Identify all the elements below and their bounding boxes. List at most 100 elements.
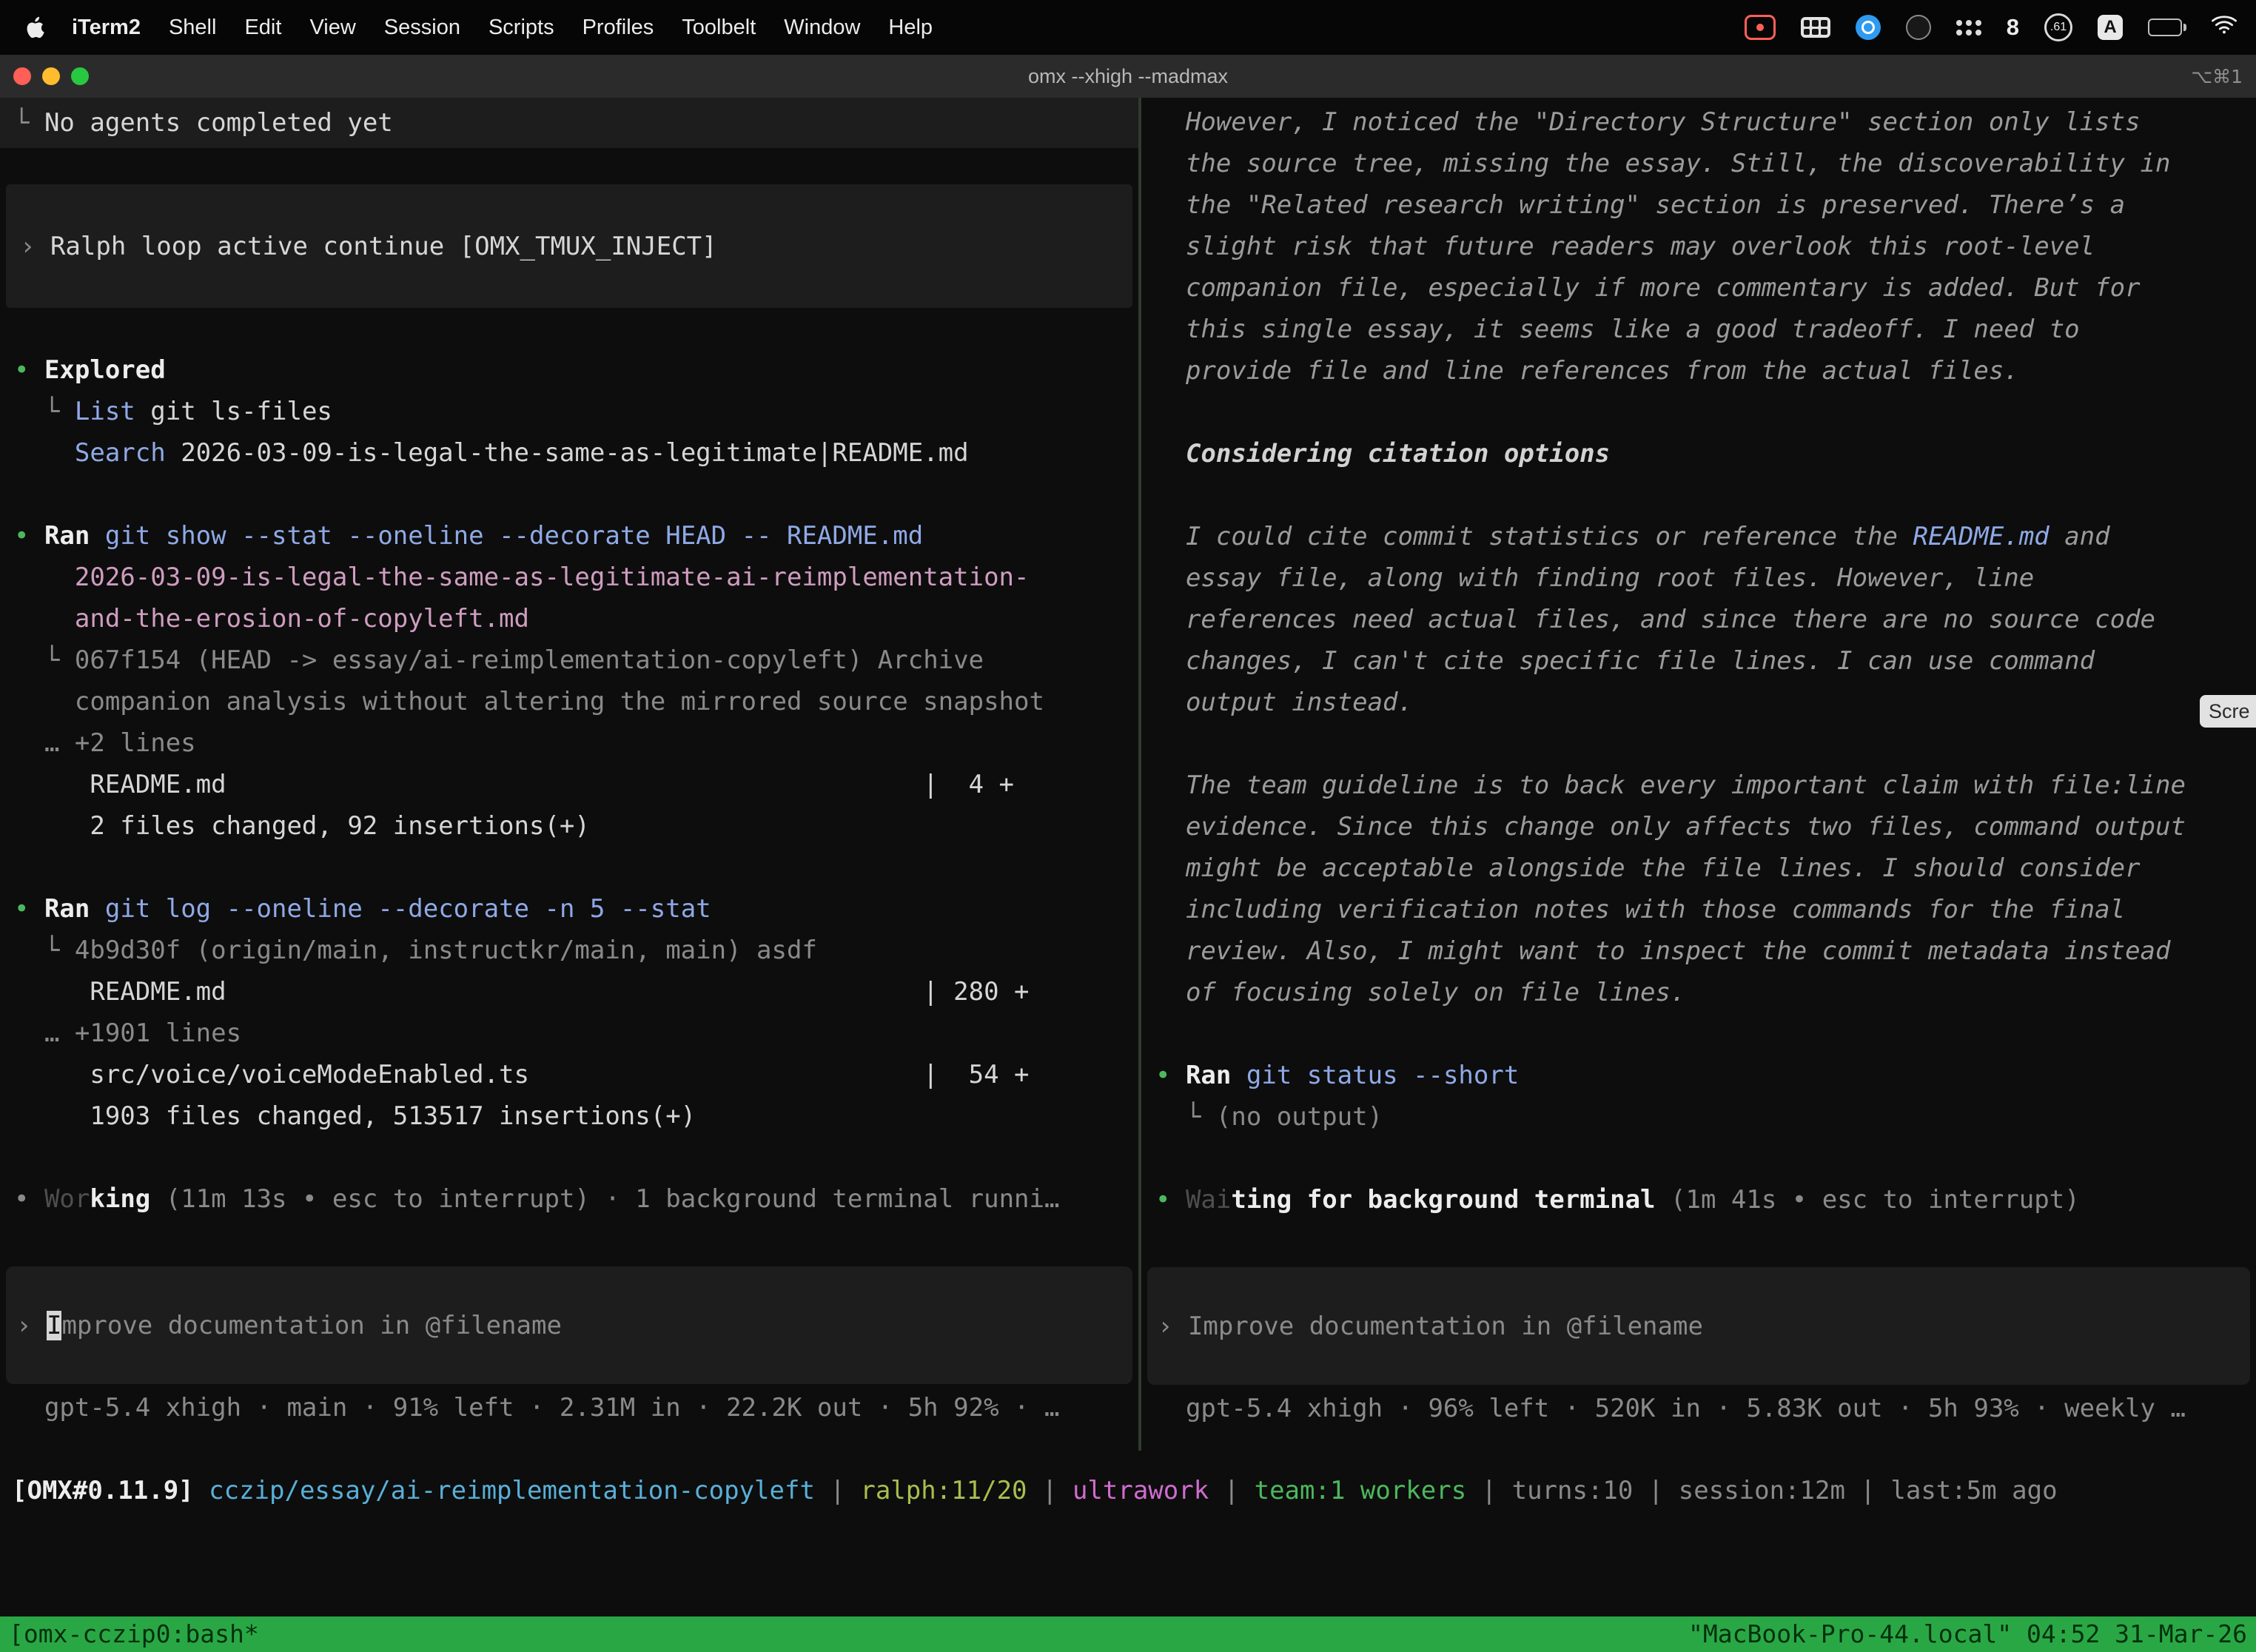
text-segment: [14, 604, 75, 634]
screen-recording-icon[interactable]: [1745, 15, 1776, 40]
text-segment: •: [1155, 1185, 1186, 1215]
text-segment: essay file, along with finding root file…: [1155, 563, 2034, 593]
terminal: └ No agents completed yet › Ralph loop a…: [0, 98, 2256, 1652]
text-segment: However, I noticed the "Directory Struct…: [1155, 107, 2141, 137]
terminal-line: references need actual files, and since …: [1141, 599, 2256, 640]
menu-item-toolbelt[interactable]: Toolbelt: [668, 16, 770, 40]
text-segment: README.md | 280 +: [14, 977, 1029, 1007]
text-segment: companion file, especially if more comme…: [1155, 273, 2141, 303]
terminal-line: [1141, 1013, 2256, 1055]
apple-menu-icon[interactable]: [27, 16, 46, 39]
battery-icon[interactable]: [2148, 19, 2186, 36]
text-segment: ›: [16, 1311, 47, 1340]
minimize-button[interactable]: [42, 67, 60, 85]
menu-item-window[interactable]: Window: [770, 16, 874, 40]
fullscreen-button[interactable]: [71, 67, 89, 85]
text-segment: •: [14, 1184, 44, 1214]
dark-app-icon[interactable]: [1906, 15, 1931, 40]
text-segment: [90, 521, 104, 551]
text-segment: cczip/essay/ai-reimplementation-copyleft: [209, 1476, 815, 1505]
text-segment: references need actual files, and since …: [1155, 605, 2155, 634]
terminal-line: However, I noticed the "Directory Struct…: [1141, 101, 2256, 143]
text-segment: … +1901 lines: [14, 1018, 241, 1048]
wifi-icon[interactable]: [2212, 14, 2237, 41]
menu-items: ShellEditViewSessionScriptsProfilesToolb…: [155, 16, 947, 40]
traffic-lights: [13, 67, 89, 85]
tmux-status-bar: [omx-cczip0:bash* "MacBook-Pro-44.local"…: [0, 1616, 2256, 1652]
prompt-input-right[interactable]: › Improve documentation in @filename: [1147, 1267, 2250, 1385]
right-transcript: However, I noticed the "Directory Struct…: [1141, 101, 2256, 1220]
text-segment: 2026-03-09-is-legal-the-same-as-legitima…: [75, 563, 1030, 592]
terminal-line: might be acceptable alongside the file l…: [1141, 847, 2256, 889]
terminal-line: slight risk that future readers may over…: [1141, 226, 2256, 267]
text-segment: [90, 894, 104, 924]
text-segment: slight risk that future readers may over…: [1155, 232, 2095, 261]
terminal-line: of focusing solely on file lines.: [1141, 972, 2256, 1013]
menu-item-iterm2[interactable]: iTerm2: [58, 16, 155, 40]
menu-item-edit[interactable]: Edit: [230, 16, 295, 40]
window-titlebar[interactable]: omx --xhigh --madmax ⌥⌘1: [0, 55, 2256, 98]
figure-eight-icon[interactable]: 8: [2007, 14, 2019, 41]
text-segment: ultrawork: [1072, 1476, 1209, 1505]
keyboard-icon[interactable]: [1801, 17, 1830, 38]
text-segment: src/voice/voiceModeEnabled.ts | 54 +: [14, 1060, 1029, 1089]
dots-grid-icon[interactable]: [1956, 20, 1981, 36]
text-segment: I could cite commit statistics or refere…: [1155, 522, 1913, 551]
terminal-line: I could cite commit statistics or refere…: [1141, 516, 2256, 557]
text-segment: └: [1155, 1102, 1216, 1132]
terminal-line: • Ran git show --stat --oneline --decora…: [0, 515, 1138, 557]
agents-status-box: └ No agents completed yet: [0, 98, 1138, 148]
text-segment: README.md | 4 +: [14, 770, 1014, 799]
text-segment: No agents completed yet: [44, 108, 393, 138]
menu-item-help[interactable]: Help: [874, 16, 947, 40]
right-pane[interactable]: However, I noticed the "Directory Struct…: [1141, 98, 2256, 1451]
terminal-line: src/voice/voiceModeEnabled.ts | 54 +: [0, 1054, 1138, 1095]
menu-item-scripts[interactable]: Scripts: [474, 16, 568, 40]
text-segment: this single essay, it seems like a good …: [1155, 315, 2080, 344]
tooltip: Scre: [2200, 695, 2256, 728]
text-segment: companion analysis without altering the …: [14, 687, 1044, 716]
tooltip-text: Scre: [2209, 700, 2250, 723]
text-segment: 1903 files changed, 513517 insertions(+): [14, 1101, 696, 1131]
terminal-line: review. Also, I might want to inspect th…: [1141, 930, 2256, 972]
text-segment: git show --stat --oneline --decorate HEA…: [105, 521, 923, 551]
left-pane[interactable]: └ No agents completed yet › Ralph loop a…: [0, 98, 1138, 1451]
input-source-icon[interactable]: A: [2098, 15, 2123, 40]
terminal-line: • Explored: [0, 349, 1138, 391]
text-segment: |: [1209, 1476, 1254, 1505]
text-segment: Ralph loop active continue [OMX_TMUX_INJ…: [50, 232, 717, 261]
menu-bar-left: iTerm2 ShellEditViewSessionScriptsProfil…: [0, 16, 947, 40]
menu-item-profiles[interactable]: Profiles: [568, 16, 668, 40]
close-button[interactable]: [13, 67, 31, 85]
text-segment: 2026-03-09-is-legal-the-same-as-legitima…: [166, 438, 969, 468]
tmux-session-label: [omx-cczip0:bash*: [9, 1614, 259, 1652]
text-segment: might be acceptable alongside the file l…: [1155, 853, 2141, 883]
text-segment: including verification notes with those …: [1155, 895, 2125, 924]
text-segment: └: [14, 108, 44, 138]
menu-item-shell[interactable]: Shell: [155, 16, 231, 40]
terminal-line: … +1901 lines: [0, 1013, 1138, 1054]
left-transcript: • Explored └ List git ls-files Search 20…: [0, 349, 1138, 1220]
text-segment: changes, I can't cite specific file line…: [1155, 646, 2095, 676]
text-segment: of focusing solely on file lines.: [1155, 978, 1685, 1007]
text-segment: |: [1027, 1476, 1072, 1505]
battery-percent-widget-icon[interactable]: .61: [2044, 13, 2072, 41]
text-segment: the "Related research writing" section i…: [1155, 190, 2125, 220]
terminal-line: └ List git ls-files: [0, 391, 1138, 432]
menu-item-view[interactable]: View: [295, 16, 369, 40]
text-segment: [OMX#0.11.9]: [12, 1476, 194, 1505]
terminal-line: the source tree, missing the essay. Stil…: [1141, 143, 2256, 184]
text-segment: session:12m: [1679, 1476, 1845, 1505]
screen: iTerm2 ShellEditViewSessionScriptsProfil…: [0, 0, 2256, 1652]
text-segment: ›: [20, 232, 50, 261]
text-segment: (11m 13s • esc to interrupt) · 1 backgro…: [150, 1184, 1059, 1214]
text-segment: the source tree, missing the essay. Stil…: [1155, 149, 2170, 178]
blue-app-icon[interactable]: [1856, 15, 1881, 40]
text-segment: output instead.: [1155, 688, 1413, 717]
terminal-line: • Ran git status --short: [1141, 1055, 2256, 1096]
menu-bar-status-icons: 8 .61 A: [1745, 13, 2256, 41]
prompt-input-left[interactable]: › Improve documentation in @filename: [6, 1266, 1132, 1384]
menu-item-session[interactable]: Session: [370, 16, 474, 40]
terminal-line: • Working (11m 13s • esc to interrupt) ·…: [0, 1178, 1138, 1220]
text-segment: gpt-5.4 xhigh · 96% left · 520K in · 5.8…: [1155, 1394, 2186, 1423]
